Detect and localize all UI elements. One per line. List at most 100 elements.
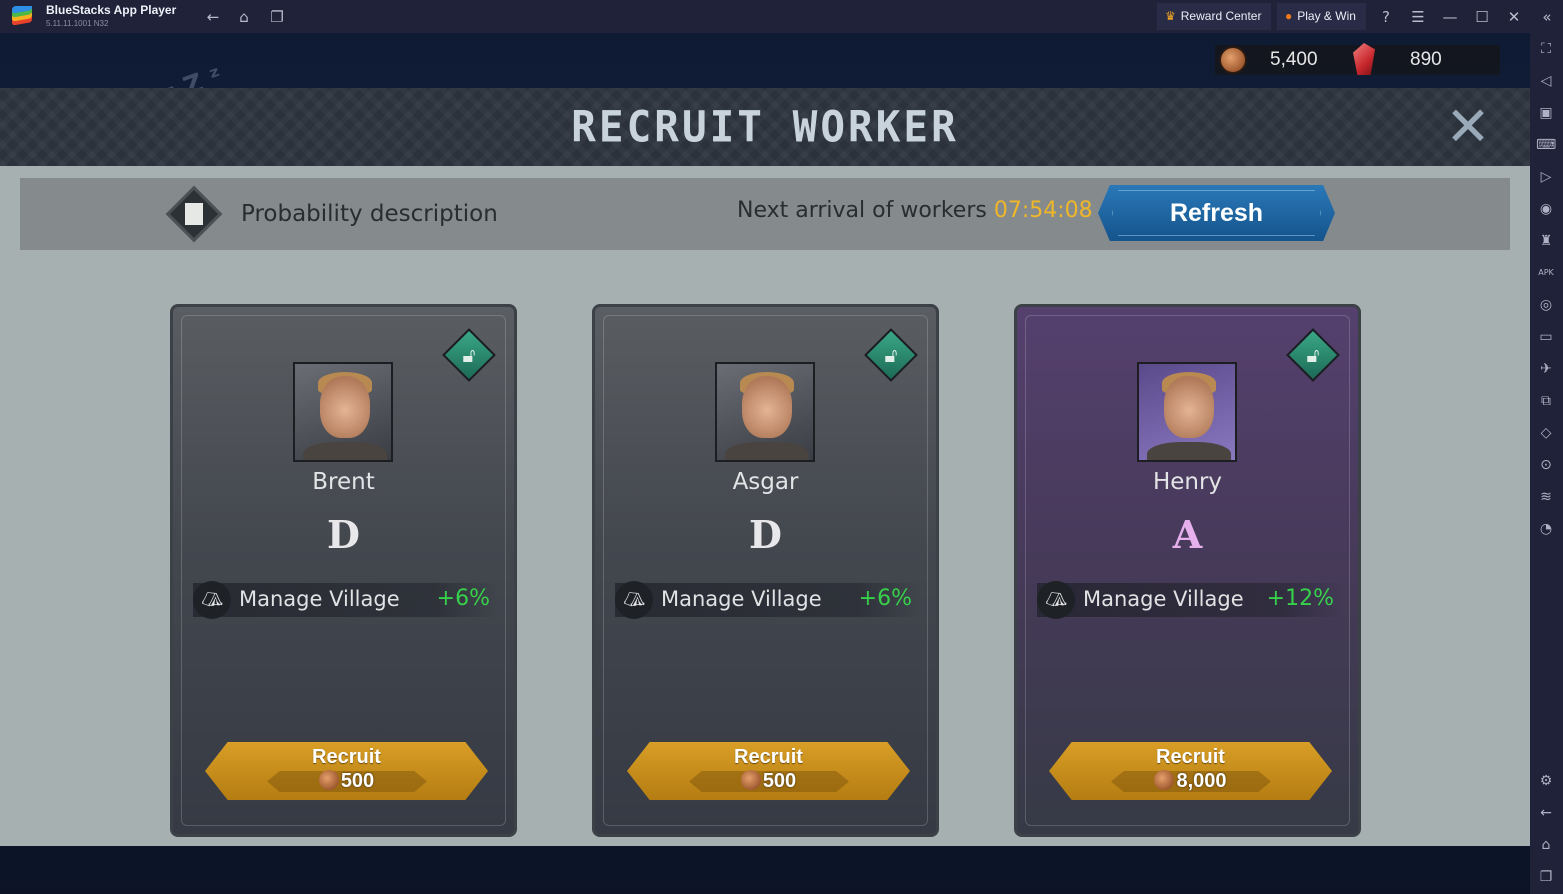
title-bar: BlueStacks App Player 5.11.11.1001 N32 ←… <box>0 0 1563 33</box>
recruit-button[interactable]: Recruit 500 <box>627 742 910 800</box>
macro-play-icon[interactable]: ▷ <box>1536 167 1556 187</box>
folder-icon[interactable]: ▭ <box>1536 327 1556 347</box>
maximize-icon[interactable]: ☐ <box>1473 8 1491 26</box>
resource-bar: 5,400 890 <box>1215 43 1500 75</box>
worker-grade: A <box>1172 512 1203 557</box>
worker-portrait <box>1137 362 1237 462</box>
probability-description-link[interactable]: Probability description <box>241 201 498 227</box>
recruit-button[interactable]: Recruit 500 <box>205 742 488 800</box>
recruit-cost: 500 <box>627 770 910 793</box>
coin-icon <box>1154 770 1175 790</box>
skill-row: ⛺︎ Manage Village +6% <box>193 581 498 619</box>
coin-icon <box>318 770 339 790</box>
scroll-icon <box>185 203 203 225</box>
settings-icon[interactable]: ⚙ <box>1536 771 1556 791</box>
keyboard-icon[interactable]: ⌨ <box>1536 135 1556 155</box>
pointer-icon[interactable]: ▣ <box>1536 103 1556 123</box>
location-icon[interactable]: ⊙ <box>1536 455 1556 475</box>
back-arrow-icon[interactable]: ← <box>204 8 222 26</box>
cost-value: 500 <box>762 770 797 792</box>
village-tent-icon: ⛺︎ <box>615 581 653 619</box>
recruit-cost: 500 <box>205 770 488 793</box>
cost-value: 8,000 <box>1176 770 1227 792</box>
unlock-icon: 🔓︎ <box>1306 343 1320 367</box>
reward-center-label: Reward Center <box>1180 9 1262 23</box>
worker-name: Henry <box>1152 469 1223 495</box>
rotate-icon[interactable]: ◉ <box>1536 199 1556 219</box>
worker-portrait <box>293 362 393 462</box>
skill-bonus: +12% <box>1266 586 1334 611</box>
worker-name: Asgar <box>732 469 799 495</box>
skill-row: ⛺︎ Manage Village +12% <box>1037 581 1342 619</box>
back-icon[interactable]: ← <box>1536 803 1556 823</box>
next-arrival-label: Next arrival of workers <box>737 198 987 223</box>
unlock-icon: 🔓︎ <box>462 343 476 367</box>
unlock-button[interactable]: 🔓︎ <box>861 325 921 385</box>
worker-name: Brent <box>312 469 375 495</box>
game-viewport: z Z ᶻ 5,400 890 RECRUIT WORKER ✕ Probabi… <box>0 33 1530 894</box>
right-sidebar: ⛶ ◁ ▣ ⌨ ▷ ◉ ♜ APK ◎ ▭ ✈ ⧉ ◇ ⊙ ≋ ◔ ⚙ ← ⌂ … <box>1530 33 1563 894</box>
unlock-button[interactable]: 🔓︎ <box>1283 325 1343 385</box>
skill-name: Manage Village <box>239 587 400 611</box>
village-tent-icon: ⛺︎ <box>1037 581 1075 619</box>
skill-row: ⛺︎ Manage Village +6% <box>615 581 920 619</box>
home-icon[interactable]: ⌂ <box>235 8 253 26</box>
airplane-icon[interactable]: ✈ <box>1536 359 1556 379</box>
layers-icon[interactable]: ≋ <box>1536 487 1556 507</box>
multi-window-icon[interactable]: ❐ <box>268 8 286 26</box>
probability-description-button[interactable] <box>165 185 223 243</box>
android-home-icon[interactable]: ⌂ <box>1536 835 1556 855</box>
recruit-button[interactable]: Recruit 8,000 <box>1049 742 1332 800</box>
play-win-icon: ● <box>1285 9 1293 23</box>
apk-install-icon[interactable]: APK <box>1536 263 1556 283</box>
coin-amount: 5,400 <box>1270 49 1318 70</box>
refresh-button[interactable]: Refresh <box>1098 185 1335 241</box>
recruit-label: Recruit <box>1156 746 1225 768</box>
play-win-label: Play & Win <box>1297 9 1356 23</box>
help-icon[interactable]: ? <box>1377 8 1395 26</box>
skill-name: Manage Village <box>661 587 822 611</box>
gem-icon <box>1353 43 1375 75</box>
recruit-label: Recruit <box>734 746 803 768</box>
shake-icon[interactable]: ◇ <box>1536 423 1556 443</box>
close-window-icon[interactable]: ✕ <box>1505 8 1523 26</box>
unlock-icon: 🔓︎ <box>884 343 898 367</box>
worker-grade: D <box>327 512 360 557</box>
recruit-cost: 8,000 <box>1049 770 1332 793</box>
performance-icon[interactable]: ♜ <box>1536 231 1556 251</box>
worker-card: 🔓︎ Brent D ⛺︎ Manage Village +6% Recruit… <box>170 304 517 837</box>
skill-bonus: +6% <box>858 586 912 611</box>
village-tent-icon: ⛺︎ <box>193 581 231 619</box>
multi-instance-icon[interactable]: ⧉ <box>1536 391 1556 411</box>
crown-icon: ♛ <box>1165 9 1176 23</box>
recents-icon[interactable]: ❐ <box>1536 867 1556 887</box>
refresh-label: Refresh <box>1169 199 1264 227</box>
screenshot-icon[interactable]: ◎ <box>1536 295 1556 315</box>
arrival-countdown: 07:54:08 <box>993 198 1093 223</box>
close-dialog-button[interactable]: ✕ <box>1440 100 1496 154</box>
reward-center-button[interactable]: ♛ Reward Center <box>1157 3 1272 30</box>
speed-icon[interactable]: ◔ <box>1536 519 1556 539</box>
worker-grade: D <box>749 512 782 557</box>
worker-card: 🔓︎ Asgar D ⛺︎ Manage Village +6% Recruit… <box>592 304 939 837</box>
app-name: BlueStacks App Player <box>46 3 177 17</box>
fullscreen-icon[interactable]: ⛶ <box>1536 39 1556 59</box>
dialog-header: RECRUIT WORKER ✕ <box>0 88 1530 166</box>
minimize-icon[interactable]: — <box>1441 8 1459 26</box>
menu-icon[interactable]: ☰ <box>1409 8 1427 26</box>
volume-mute-icon[interactable]: ◁ <box>1536 71 1556 91</box>
app-version: 5.11.11.1001 N32 <box>46 19 109 28</box>
next-arrival-text: Next arrival of workers 07:54:08 <box>737 198 1093 223</box>
cost-value: 500 <box>340 770 375 792</box>
recruit-panel: Probability description Next arrival of … <box>0 166 1530 846</box>
skill-bonus: +6% <box>436 586 490 611</box>
skill-name: Manage Village <box>1083 587 1244 611</box>
coin-icon <box>740 770 761 790</box>
worker-card: 🔓︎ Henry A ⛺︎ Manage Village +12% Recrui… <box>1014 304 1361 837</box>
collapse-sidebar-icon[interactable]: « <box>1538 8 1556 26</box>
play-win-button[interactable]: ● Play & Win <box>1277 3 1366 30</box>
gem-amount: 890 <box>1410 49 1442 70</box>
unlock-button[interactable]: 🔓︎ <box>439 325 499 385</box>
dialog-title: RECRUIT WORKER <box>571 101 959 153</box>
recruit-label: Recruit <box>312 746 381 768</box>
